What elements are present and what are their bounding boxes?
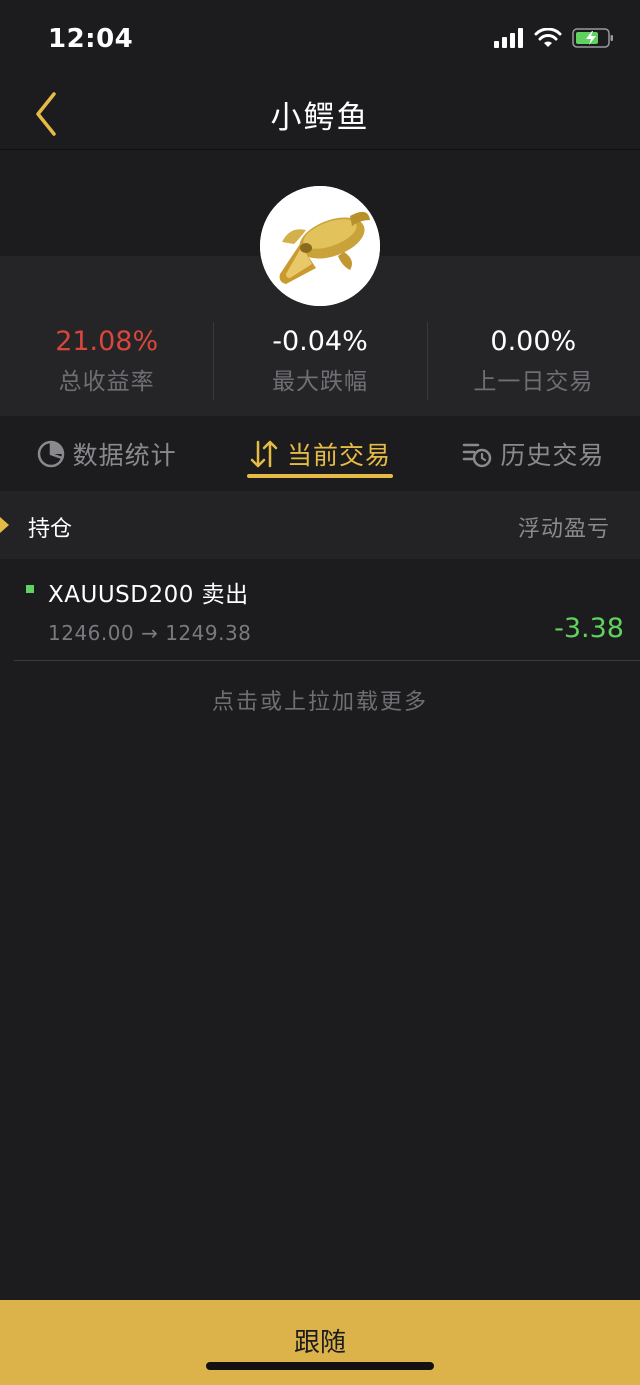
history-list-icon [463, 443, 492, 468]
stat-max-drawdown: -0.04% 最大跌幅 [213, 320, 426, 402]
stat-label: 最大跌幅 [271, 369, 368, 395]
table-row[interactable]: XAUUSD200 卖出 1246.00 → 1249.38 -3.38 [0, 559, 640, 661]
positions-section-header: 持仓 浮动盈亏 [0, 491, 640, 559]
section-title: 持仓 [28, 517, 73, 542]
home-indicator [206, 1362, 434, 1370]
page-title: 小鳄鱼 [270, 100, 370, 136]
section-column-label: 浮动盈亏 [517, 517, 610, 542]
tab-trade-history[interactable]: 历史交易 [427, 417, 640, 491]
open-price: 1246.00 [48, 621, 135, 645]
stat-label: 上一日交易 [473, 369, 594, 395]
tab-label: 数据统计 [72, 441, 177, 470]
floating-pnl: -3.38 [554, 613, 624, 644]
tab-label: 当前交易 [286, 441, 391, 470]
stats-row: 21.08% 总收益率 -0.04% 最大跌幅 0.00% 上一日交易 [0, 320, 640, 402]
crocodile-avatar-image [260, 186, 380, 306]
pie-chart-icon [37, 440, 64, 468]
wifi-icon [534, 28, 562, 47]
status-time: 12:04 [48, 24, 134, 54]
swap-arrows-icon [250, 440, 278, 468]
follow-button[interactable]: 跟随 [0, 1300, 640, 1385]
tab-bar: 数据统计 当前交易 历史交易 [0, 417, 640, 491]
section-marker-icon [0, 517, 9, 533]
divider [14, 660, 640, 661]
stat-value: 21.08% [55, 326, 159, 357]
load-more-button[interactable]: 点击或上拉加载更多 [0, 684, 640, 716]
signal-icon [494, 28, 523, 48]
nav-bar: 小鳄鱼 [0, 78, 640, 150]
arrow-right-icon: → [141, 621, 159, 645]
current-price: 1249.38 [165, 621, 252, 645]
stat-total-return: 21.08% 总收益率 [0, 320, 213, 402]
battery-icon [572, 28, 613, 48]
tab-label: 历史交易 [500, 441, 605, 470]
stat-label: 总收益率 [58, 369, 155, 395]
stat-previous-day: 0.00% 上一日交易 [426, 320, 640, 402]
status-bar: 12:04 [0, 0, 640, 78]
position-prices: 1246.00 → 1249.38 [48, 621, 251, 645]
stat-value: -0.04% [272, 326, 368, 357]
avatar [260, 186, 380, 306]
stat-value: 0.00% [490, 326, 577, 357]
status-icons [494, 28, 614, 48]
status-dot-icon [26, 585, 34, 593]
tab-data-statistics[interactable]: 数据统计 [0, 417, 213, 491]
tab-current-trades[interactable]: 当前交易 [213, 417, 426, 491]
position-symbol: XAUUSD200 卖出 [48, 582, 249, 608]
